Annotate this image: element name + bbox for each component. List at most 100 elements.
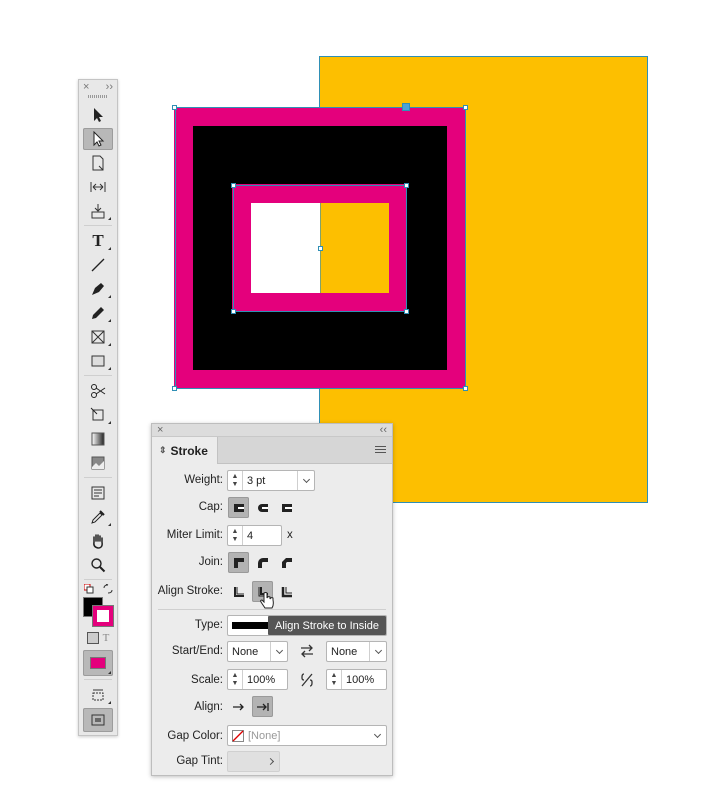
tooltip: Align Stroke to Inside xyxy=(268,616,386,635)
collapse-icon[interactable]: ‹‹ xyxy=(380,424,387,436)
free-transform-icon xyxy=(90,407,104,421)
direct-selection-tool[interactable] xyxy=(83,128,113,150)
pen-icon xyxy=(92,283,104,295)
round-join-button[interactable] xyxy=(252,552,273,573)
eyedropper-tool[interactable] xyxy=(83,506,113,528)
anchor-handle[interactable] xyxy=(231,309,236,314)
color-swatch-icon xyxy=(90,657,106,669)
miter-stepper[interactable]: ▲ ▼ xyxy=(228,526,243,545)
round-join-icon xyxy=(257,557,268,568)
format-text-icon[interactable]: T xyxy=(103,632,110,644)
weight-field[interactable]: ▲ ▼ 3 pt xyxy=(227,470,315,491)
gap-tint-field[interactable] xyxy=(227,751,280,772)
gap-color-select[interactable]: [None] xyxy=(227,725,387,746)
tools-panel: × ›› T T xyxy=(78,79,118,736)
gradient-icon xyxy=(91,432,105,446)
note-tool[interactable] xyxy=(83,482,113,504)
pen-tool[interactable] xyxy=(83,278,113,300)
weight-stepper[interactable]: ▲ ▼ xyxy=(228,471,243,490)
selection-tool[interactable] xyxy=(83,104,113,126)
round-cap-icon xyxy=(257,503,268,512)
fill-stroke-swatches xyxy=(79,584,117,628)
chevron-right-icon xyxy=(262,752,279,771)
chevron-down-icon[interactable] xyxy=(297,471,314,490)
screen-mode-button[interactable] xyxy=(83,684,113,706)
gradient-swatch-tool[interactable] xyxy=(83,428,113,450)
scale-end-value: 100% xyxy=(346,673,375,686)
preview-icon xyxy=(91,714,105,726)
selection-arrow-icon xyxy=(94,108,103,122)
scale-start-value: 100% xyxy=(247,673,276,686)
place-arrow-tip-button[interactable] xyxy=(252,696,273,717)
scale-end-stepper[interactable]: ▲ ▼ xyxy=(327,670,342,689)
gradient-feather-tool[interactable] xyxy=(83,452,113,474)
stroke-swatch[interactable] xyxy=(93,606,113,626)
scale-start-stepper[interactable]: ▲ ▼ xyxy=(228,670,243,689)
align-outside-icon xyxy=(281,586,292,597)
format-container-icon[interactable] xyxy=(86,632,99,644)
align-stroke-center-button[interactable] xyxy=(228,581,249,602)
align-stroke-outside-button[interactable] xyxy=(276,581,297,602)
round-cap-button[interactable] xyxy=(252,497,273,518)
swap-start-end-icon[interactable] xyxy=(299,644,315,658)
content-collector-tool[interactable] xyxy=(83,200,113,222)
line-tool[interactable] xyxy=(83,254,113,276)
swap-colors-icon[interactable] xyxy=(103,584,113,594)
miter-limit-field[interactable]: ▲ ▼ 4 xyxy=(227,525,282,546)
default-colors-icon[interactable] xyxy=(84,584,94,594)
gap-color-value: [None] xyxy=(248,729,281,742)
apply-color-button[interactable] xyxy=(83,650,113,676)
tab-label: Stroke xyxy=(170,443,208,458)
anchor-handle[interactable] xyxy=(172,105,177,110)
panel-menu-icon[interactable] xyxy=(375,446,386,455)
end-select[interactable]: None xyxy=(326,641,387,662)
collapse-icon[interactable]: ›› xyxy=(106,81,113,93)
miter-join-button[interactable] xyxy=(228,552,249,573)
content-grabber-handle[interactable] xyxy=(402,103,410,111)
arrow-tip-beyond-icon xyxy=(232,703,244,710)
note-icon xyxy=(91,486,105,500)
rectangle-frame-tool[interactable] xyxy=(83,326,113,348)
anchor-handle[interactable] xyxy=(318,246,323,251)
weight-value: 3 pt xyxy=(247,474,266,487)
anchor-handle[interactable] xyxy=(404,309,409,314)
close-icon[interactable]: × xyxy=(157,424,163,436)
gap-tool[interactable] xyxy=(83,176,113,198)
end-value: None xyxy=(331,645,358,658)
tab-stroke[interactable]: ⇕ Stroke xyxy=(152,437,218,464)
projecting-cap-button[interactable] xyxy=(276,497,297,518)
start-select[interactable]: None xyxy=(227,641,288,662)
miter-value: 4 xyxy=(247,529,254,542)
scale-start-field[interactable]: ▲ ▼ 100% xyxy=(227,669,288,690)
page-tool[interactable] xyxy=(83,152,113,174)
zoom-tool[interactable] xyxy=(83,554,113,576)
arrow-tip-inside-icon xyxy=(256,702,269,711)
formatting-toggle: T xyxy=(79,628,117,648)
rectangle-tool[interactable] xyxy=(83,350,113,372)
scale-label: Scale: xyxy=(191,674,223,686)
butt-cap-button[interactable] xyxy=(228,497,249,518)
bevel-join-button[interactable] xyxy=(276,552,297,573)
rectangle-frame-icon xyxy=(91,330,105,344)
type-tool[interactable]: T xyxy=(83,230,113,252)
inner-white-area xyxy=(251,203,320,293)
scissors-tool[interactable] xyxy=(83,380,113,402)
pencil-tool[interactable] xyxy=(83,302,113,324)
hand-tool[interactable] xyxy=(83,530,113,552)
panel-grip[interactable] xyxy=(88,95,108,98)
free-transform-tool[interactable] xyxy=(83,404,113,426)
anchor-handle[interactable] xyxy=(404,183,409,188)
link-scale-icon[interactable] xyxy=(300,672,314,688)
preview-mode-button[interactable] xyxy=(83,708,113,732)
anchor-handle[interactable] xyxy=(172,386,177,391)
anchor-handle[interactable] xyxy=(231,183,236,188)
anchor-handle[interactable] xyxy=(463,105,468,110)
align-label: Align: xyxy=(194,701,223,713)
close-icon[interactable]: × xyxy=(83,81,89,93)
scale-end-field[interactable]: ▲ ▼ 100% xyxy=(326,669,387,690)
hand-cursor-icon xyxy=(260,592,274,609)
page-icon xyxy=(92,155,104,171)
anchor-handle[interactable] xyxy=(463,386,468,391)
align-stroke-label: Align Stroke: xyxy=(157,585,223,597)
extend-arrow-tip-button[interactable] xyxy=(228,696,249,717)
